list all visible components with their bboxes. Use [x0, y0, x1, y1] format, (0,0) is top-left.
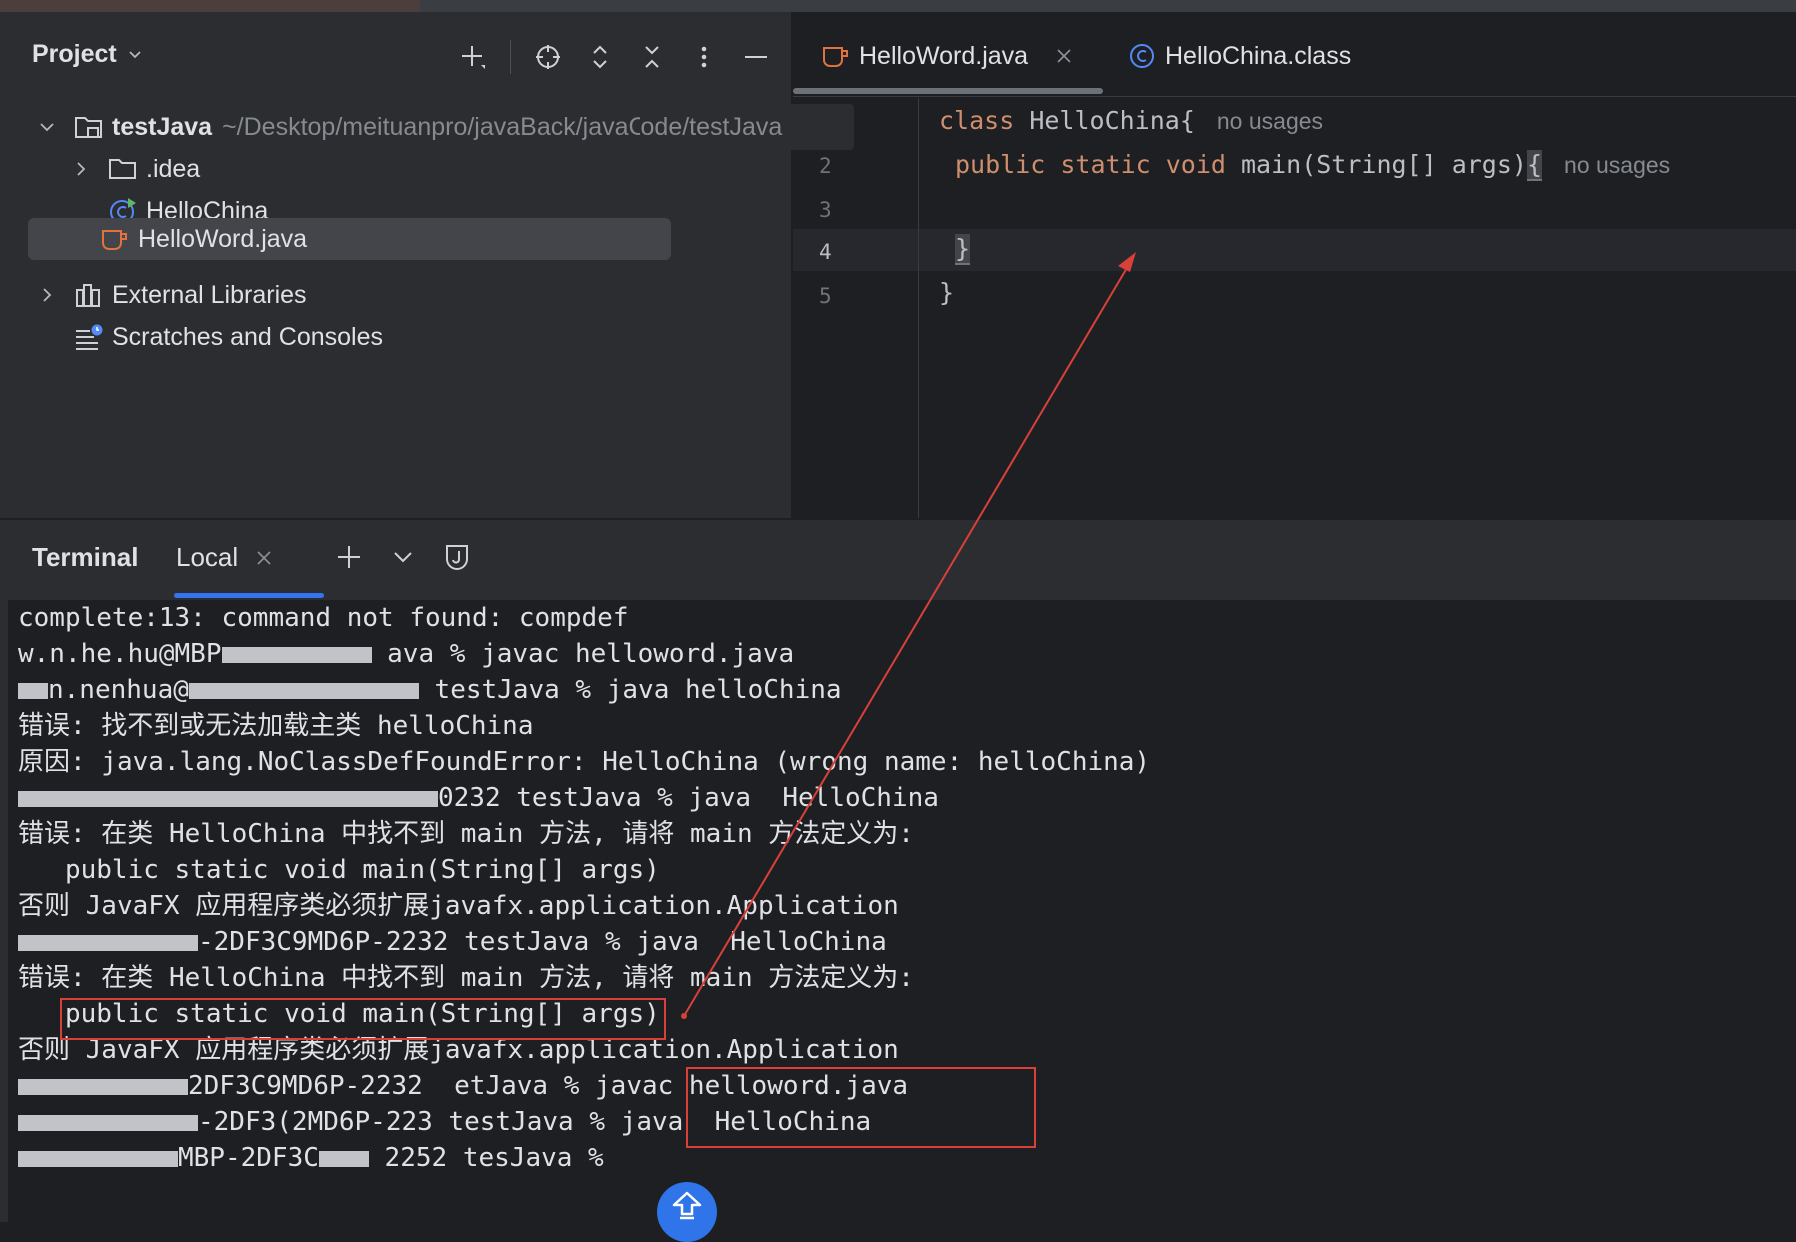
arrow-up-icon: [670, 1190, 704, 1225]
annotation-arrow: [681, 252, 1136, 1019]
path-overflow-tooltip: ~/Desktop/meituanpro/javaBack/javaCode/t…: [640, 104, 854, 150]
scroll-to-bottom-button[interactable]: [657, 1182, 717, 1242]
